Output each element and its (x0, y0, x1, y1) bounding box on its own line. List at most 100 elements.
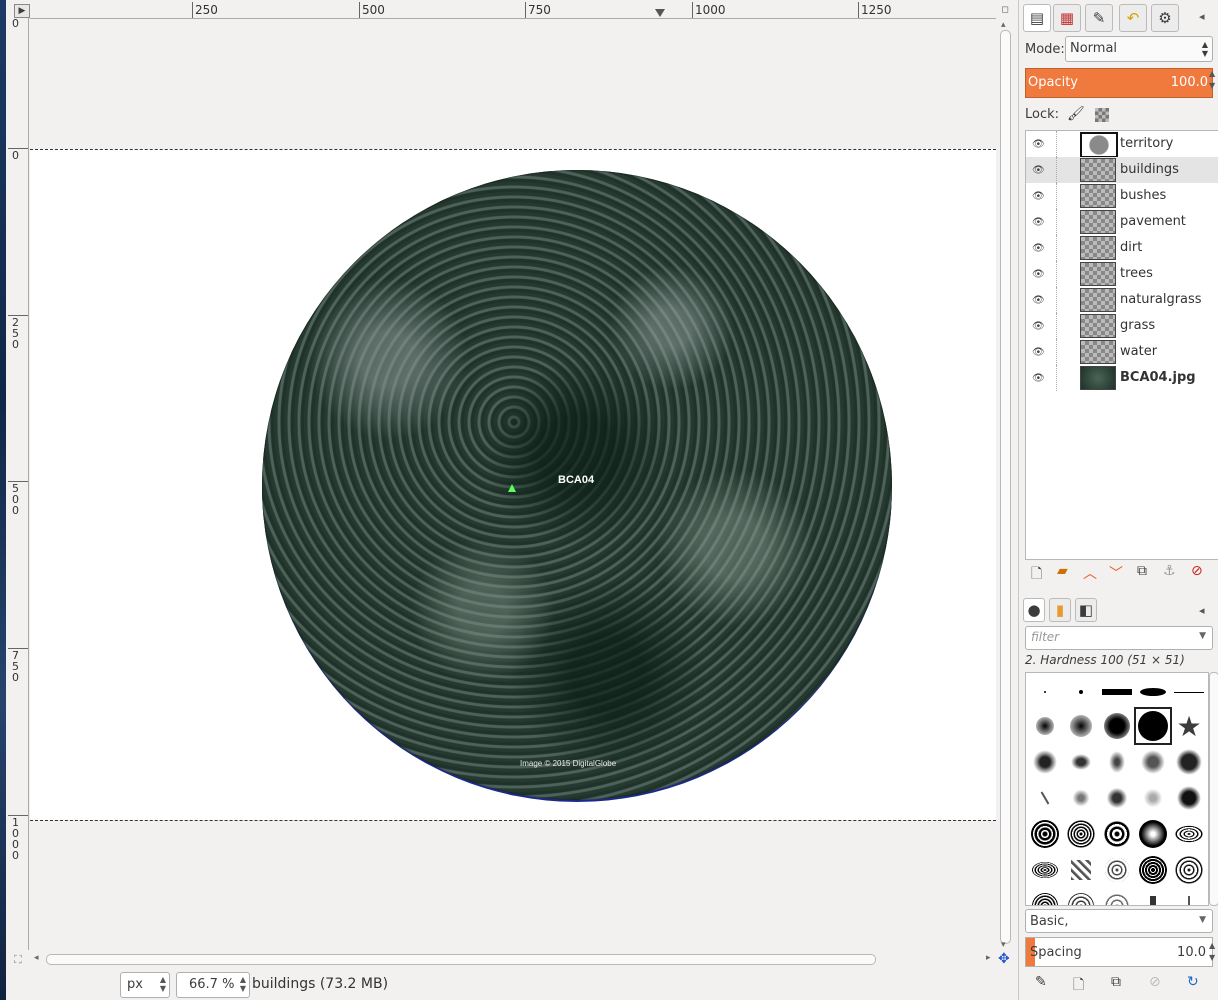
new-layer-icon[interactable]: 🗋 (1031, 563, 1042, 587)
brush-cell[interactable] (1064, 781, 1098, 815)
eye-icon[interactable]: 👁 (1032, 269, 1045, 280)
brush-cell[interactable] (1172, 889, 1206, 905)
gradients-tab-icon[interactable]: ◧ (1075, 598, 1097, 622)
device-status-tab-icon[interactable]: ⚙ (1151, 4, 1179, 32)
brush-cell[interactable] (1028, 675, 1062, 709)
brush-cell[interactable] (1100, 675, 1134, 709)
brush-cell[interactable] (1064, 817, 1098, 851)
zoom-image-when-window-size-changes-button[interactable]: ◻ (1000, 4, 1010, 16)
navigate-image-icon[interactable]: ✥ (998, 951, 1010, 967)
new-brush-icon[interactable]: 🗋 (1073, 974, 1084, 998)
chain-slot[interactable] (1056, 287, 1058, 313)
brush-cell[interactable] (1172, 781, 1206, 815)
brush-cell[interactable] (1100, 817, 1134, 851)
duplicate-layer-icon[interactable]: ⧉ (1137, 563, 1147, 579)
alpha-lock-icon[interactable] (1095, 108, 1109, 122)
brush-grid[interactable]: ★ (1025, 672, 1209, 906)
brush-cell[interactable] (1100, 781, 1134, 815)
brush-grid-scrollbar[interactable] (1209, 672, 1218, 906)
layer-row-bca04[interactable]: 👁 BCA04.jpg (1026, 365, 1218, 391)
channels-tab-icon[interactable]: ▦ (1053, 4, 1081, 32)
chain-slot[interactable] (1056, 313, 1058, 339)
horizontal-scrollbar[interactable]: ◂ ▸ (30, 953, 996, 965)
image-canvas[interactable]: BCA04 Image © 2015 DigitalGlobe (30, 19, 996, 950)
refresh-brushes-icon[interactable]: ↻ (1187, 974, 1199, 990)
layer-row-grass[interactable]: 👁 grass (1026, 313, 1218, 339)
opacity-slider[interactable]: Opacity 100.0 (1025, 68, 1213, 98)
layer-row-naturalgrass[interactable]: 👁 naturalgrass (1026, 287, 1218, 313)
anchor-layer-icon[interactable]: ⚓ (1163, 563, 1176, 579)
eye-icon[interactable]: 👁 (1032, 295, 1045, 306)
lower-layer-icon[interactable]: ﹀ (1109, 563, 1123, 583)
chain-slot[interactable] (1056, 131, 1058, 157)
new-group-icon[interactable]: ▰ (1057, 563, 1068, 579)
brush-cell[interactable] (1028, 709, 1062, 743)
layer-row-dirt[interactable]: 👁 dirt (1026, 235, 1218, 261)
brush-cell[interactable] (1028, 853, 1062, 887)
brush-cell[interactable] (1100, 853, 1134, 887)
brush-cell[interactable] (1064, 675, 1098, 709)
aerial-map-circle[interactable]: BCA04 Image © 2015 DigitalGlobe (262, 170, 892, 802)
chain-slot[interactable] (1056, 235, 1058, 261)
brush-cell[interactable] (1028, 817, 1062, 851)
scroll-up-icon[interactable]: ▴ (1001, 20, 1006, 30)
brush-cell-selected[interactable] (1134, 707, 1172, 745)
delete-brush-icon[interactable]: ⊘ (1149, 974, 1161, 990)
edit-brush-icon[interactable]: ✎ (1035, 974, 1047, 990)
brushes-tab-icon[interactable]: ● (1023, 598, 1045, 622)
brush-cell[interactable] (1136, 889, 1170, 905)
brush-cell[interactable] (1064, 853, 1098, 887)
brush-cell[interactable] (1064, 709, 1098, 743)
layer-row-bushes[interactable]: 👁 bushes (1026, 183, 1218, 209)
brush-cell[interactable] (1028, 745, 1062, 779)
zoom-selector[interactable]: 66.7 % ▲ ▼ (176, 972, 250, 998)
vertical-ruler[interactable]: 0 0 250 500 750 1000 (8, 18, 29, 950)
layer-row-trees[interactable]: 👁 trees (1026, 261, 1218, 287)
brush-cell[interactable] (1136, 853, 1170, 887)
brush-cell[interactable] (1172, 675, 1206, 709)
star-brush-icon[interactable]: ★ (1172, 709, 1206, 743)
chain-slot[interactable] (1056, 209, 1058, 235)
brush-cell[interactable] (1136, 745, 1170, 779)
chain-slot[interactable] (1056, 261, 1058, 287)
layer-row-pavement[interactable]: 👁 pavement (1026, 209, 1218, 235)
spacing-spin-icon[interactable]: ▲ ▼ (1209, 940, 1215, 964)
vertical-scroll-thumb[interactable] (1000, 30, 1011, 944)
duplicate-brush-icon[interactable]: ⧉ (1111, 974, 1121, 990)
horizontal-ruler[interactable]: 250 500 750 1000 1250 (30, 2, 996, 19)
brush-cell[interactable] (1100, 745, 1134, 779)
brush-cell[interactable] (1136, 817, 1170, 851)
layer-row-water[interactable]: 👁 water (1026, 339, 1218, 365)
brush-cell[interactable] (1172, 817, 1206, 851)
paint-lock-icon[interactable]: 🖌 (1067, 106, 1085, 122)
brush-cell[interactable] (1028, 781, 1062, 815)
brush-cell[interactable] (1064, 889, 1098, 905)
layers-list[interactable]: 👁 territory 👁 buildings 👁 bushes 👁 pavem… (1025, 130, 1218, 560)
eye-icon[interactable]: 👁 (1032, 321, 1045, 332)
configure-tab-icon[interactable]: ◂ (1199, 10, 1205, 23)
scroll-left-icon[interactable]: ◂ (34, 953, 39, 963)
eye-icon[interactable]: 👁 (1032, 373, 1045, 384)
layers-tab-icon[interactable]: ▤ (1023, 4, 1051, 32)
brush-filter-input[interactable]: filter ▼ (1025, 626, 1213, 650)
chain-slot[interactable] (1056, 339, 1058, 365)
brush-cell[interactable] (1172, 745, 1206, 779)
brush-cell[interactable] (1064, 745, 1098, 779)
opacity-spin-icon[interactable]: ▲ ▼ (1209, 68, 1218, 98)
eye-icon[interactable]: 👁 (1032, 165, 1045, 176)
brush-tag-select[interactable]: Basic, ▼ (1025, 909, 1213, 933)
chain-slot[interactable] (1056, 365, 1058, 391)
eye-icon[interactable]: 👁 (1032, 347, 1045, 358)
eye-icon[interactable]: 👁 (1032, 139, 1045, 150)
eye-icon[interactable]: 👁 (1032, 217, 1045, 228)
eye-icon[interactable]: 👁 (1032, 243, 1045, 254)
brush-cell[interactable] (1136, 675, 1170, 709)
brush-cell[interactable] (1136, 781, 1170, 815)
top-guide[interactable] (30, 149, 996, 150)
chain-slot[interactable] (1056, 157, 1058, 183)
spacing-slider[interactable]: Spacing 10.0 (1025, 937, 1213, 967)
raise-layer-icon[interactable]: ︿ (1083, 563, 1097, 583)
scroll-right-icon[interactable]: ▸ (986, 953, 991, 963)
paths-tab-icon[interactable]: ✎ (1085, 4, 1113, 32)
scroll-down-icon[interactable]: ▾ (1001, 940, 1006, 950)
